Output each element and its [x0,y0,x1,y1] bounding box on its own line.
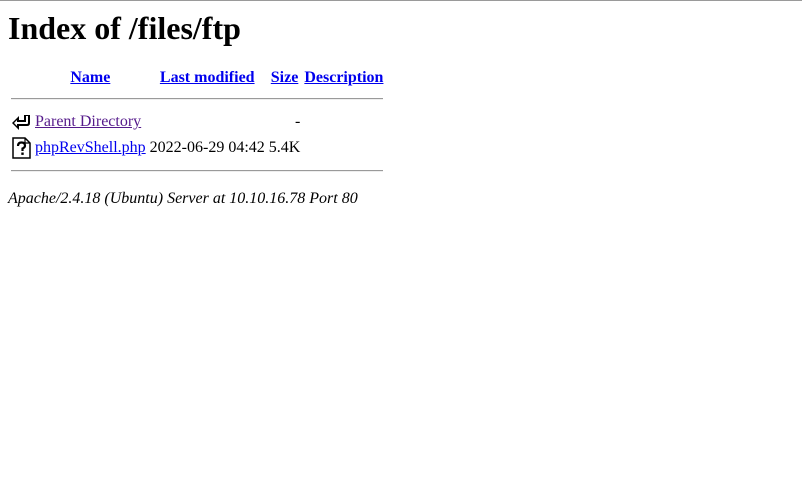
icon-column-header [10,68,32,88]
row-description-cell [303,136,384,160]
row-name-cell[interactable]: phpRevShell.php [34,136,147,160]
separator-row [10,90,384,108]
row-description-cell [303,110,384,134]
server-signature: Apache/2.4.18 (Ubuntu) Server at 10.10.1… [8,190,358,207]
back-arrow-icon [11,111,31,133]
description-column-header[interactable]: Description [303,68,384,88]
row-icon-cell [10,136,32,160]
file-listing-table: Name Last modified Size Description Pare… [8,66,386,182]
file-link[interactable]: phpRevShell.php [35,139,146,156]
window-top-border [0,0,802,1]
unknown-file-icon [11,137,31,159]
sort-by-description-link[interactable]: Description [304,69,383,86]
row-last-modified-cell [149,110,266,134]
table-row: Parent Directory - [10,110,384,134]
horizontal-rule [11,98,384,100]
row-size-cell: 5.4K [268,139,301,156]
sort-by-name-link[interactable]: Name [70,69,110,86]
last-modified-column-header[interactable]: Last modified [149,68,266,88]
sort-by-size-link[interactable]: Size [271,69,299,86]
size-column-header[interactable]: Size [268,68,302,88]
row-size-cell: - [295,113,301,130]
horizontal-rule [11,170,384,172]
row-icon-cell [10,110,32,134]
parent-directory-link[interactable]: Parent Directory [35,113,141,130]
row-last-modified-cell: 2022-06-29 04:42 [149,139,265,156]
sort-by-last-modified-link[interactable]: Last modified [160,69,255,86]
table-row: phpRevShell.php 2022-06-29 04:42 5.4K [10,136,384,160]
name-column-header[interactable]: Name [34,68,147,88]
page-title: Index of /files/ftp [8,10,241,46]
row-name-cell[interactable]: Parent Directory [34,110,147,134]
separator-row [10,162,384,180]
table-header-row: Name Last modified Size Description [10,68,384,88]
